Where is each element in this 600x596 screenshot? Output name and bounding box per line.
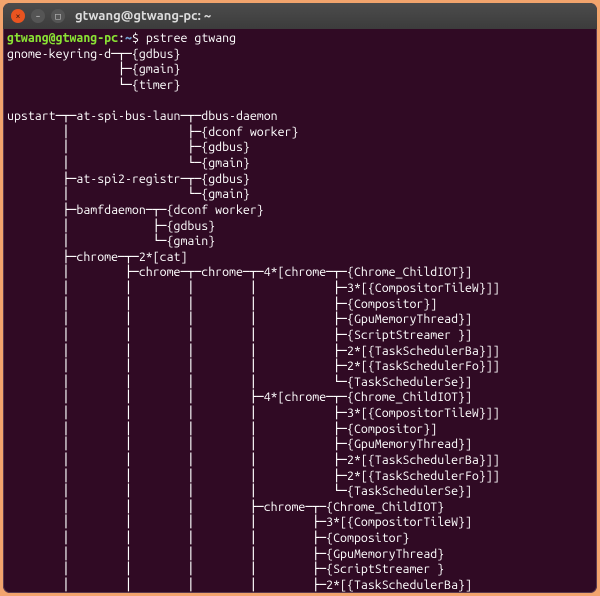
terminal-window[interactable]: × – □ gtwang@gtwang-pc: ~ gtwang@gtwang-… [3, 3, 597, 593]
window-titlebar: × – □ gtwang@gtwang-pc: ~ [3, 3, 597, 29]
prompt-dir: ~ [125, 31, 132, 45]
terminal-body[interactable]: gtwang@gtwang-pc:~$ pstree gtwang gnome-… [3, 29, 597, 593]
pstree-output: gnome-keyring-d─┬─{gdbus} ├─{gmain} └─{t… [7, 47, 500, 593]
prompt-sep: : [118, 31, 125, 45]
window-title: gtwang@gtwang-pc: ~ [75, 9, 211, 23]
prompt-end: $ [132, 31, 146, 45]
window-buttons: × – □ [11, 9, 65, 23]
close-icon[interactable]: × [11, 9, 25, 23]
command-text: pstree gtwang [146, 31, 236, 45]
prompt-user-host: gtwang@gtwang-pc [7, 31, 118, 45]
minimize-icon[interactable]: – [31, 9, 45, 23]
maximize-icon[interactable]: □ [51, 9, 65, 23]
